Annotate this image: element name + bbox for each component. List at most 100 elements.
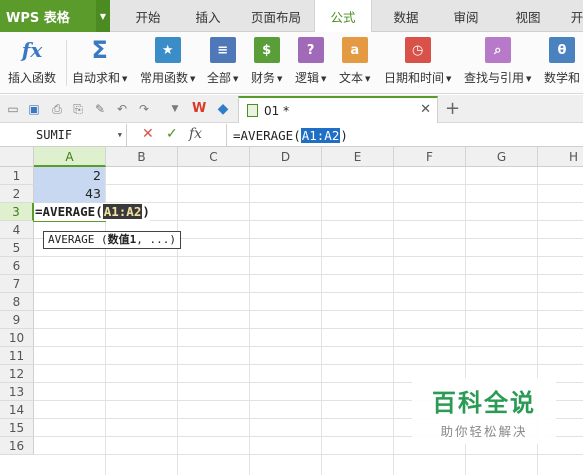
cell-a1[interactable]: 2 bbox=[34, 167, 105, 185]
watermark: 百科全说 助你轻松解决 bbox=[412, 378, 556, 444]
row-header-6[interactable]: 6 bbox=[0, 257, 34, 275]
tab-data[interactable]: 数据 bbox=[378, 0, 434, 32]
row-header-12[interactable]: 12 bbox=[0, 365, 34, 383]
tooltip-current-arg: 数值1 bbox=[107, 233, 137, 246]
edit-range-reference: A1:A2 bbox=[102, 204, 143, 219]
document-tab[interactable]: 01 * ✕ bbox=[238, 96, 438, 123]
column-header-c[interactable]: C bbox=[178, 147, 250, 167]
watermark-subtitle: 助你轻松解决 bbox=[440, 424, 528, 439]
logical-text: 逻辑 bbox=[295, 71, 320, 85]
tab-insert[interactable]: 插入 bbox=[180, 0, 236, 32]
tab-view[interactable]: 视图 bbox=[500, 0, 556, 32]
wps-logo-icon[interactable]: W bbox=[192, 102, 206, 116]
row-header-2[interactable]: 2 bbox=[0, 185, 34, 203]
save-icon[interactable]: ▣ bbox=[27, 102, 41, 116]
column-header-b[interactable]: B bbox=[106, 147, 178, 167]
row-header-1[interactable]: 1 bbox=[0, 167, 34, 185]
tab-formulas[interactable]: 公式 bbox=[314, 0, 372, 33]
date-time-text: 日期和时间 bbox=[384, 71, 445, 85]
formula-suffix: ) bbox=[340, 127, 348, 143]
name-box[interactable]: SUMIF ▼ bbox=[0, 124, 127, 146]
all-functions-label: 全部 ▼ bbox=[207, 69, 238, 86]
common-functions-text: 常用函数 bbox=[140, 71, 189, 85]
confirm-icon[interactable]: ✓ bbox=[166, 126, 178, 143]
chevron-down-icon[interactable]: ▼ bbox=[118, 131, 122, 139]
row-header-13[interactable]: 13 bbox=[0, 383, 34, 401]
app-menu-dropdown-icon[interactable]: ▼ bbox=[96, 0, 110, 32]
logical-button[interactable]: ? 逻辑 ▼ bbox=[295, 36, 326, 90]
common-functions-button[interactable]: ★ 常用函数 ▼ bbox=[140, 36, 195, 90]
function-argument-tooltip: AVERAGE (数值1, ...) bbox=[43, 231, 181, 249]
financial-label: 财务 ▼ bbox=[251, 69, 282, 86]
spreadsheet-grid[interactable]: A B C D E F G H 1 2 3 4 5 6 7 8 9 10 11 … bbox=[0, 147, 583, 475]
autosum-button[interactable]: Σ 自动求和 ▼ bbox=[72, 36, 127, 90]
cell-a2[interactable]: 43 bbox=[34, 185, 105, 203]
formula-input[interactable]: =AVERAGE(A1:A2) bbox=[226, 124, 583, 146]
row-header-9[interactable]: 9 bbox=[0, 311, 34, 329]
format-painter-icon[interactable]: ✎ bbox=[93, 102, 107, 116]
chevron-down-icon: ▼ bbox=[190, 74, 196, 83]
ribbon-divider bbox=[66, 40, 67, 86]
row-header-8[interactable]: 8 bbox=[0, 293, 34, 311]
customize-dropdown-icon[interactable]: ▼ bbox=[168, 102, 182, 116]
grid-line bbox=[249, 167, 250, 475]
open-folder-icon[interactable]: ▭ bbox=[6, 102, 20, 116]
fx-icon[interactable]: fx bbox=[189, 126, 202, 143]
math-trig-label: 数学和 bbox=[544, 71, 581, 85]
watermark-title: 百科全说 bbox=[432, 389, 536, 417]
row-header-3[interactable]: 3 bbox=[0, 203, 34, 221]
cell-a3-editor[interactable]: =AVERAGE(A1:A2) bbox=[34, 203, 150, 221]
tab-developer[interactable]: 开 bbox=[562, 0, 583, 32]
math-trig-button[interactable]: θ 数学和 bbox=[544, 36, 580, 90]
grid-line bbox=[34, 454, 583, 455]
insert-function-button[interactable]: fx 插入函数 bbox=[8, 36, 56, 90]
all-functions-text: 全部 bbox=[207, 71, 232, 85]
print-preview-icon[interactable]: ⎙ bbox=[50, 102, 64, 116]
select-all-corner[interactable] bbox=[0, 147, 34, 167]
row-header-11[interactable]: 11 bbox=[0, 347, 34, 365]
financial-button[interactable]: $ 财务 ▼ bbox=[251, 36, 282, 90]
app-logo-button[interactable]: WPS 表格 bbox=[0, 0, 96, 32]
grid-line bbox=[34, 292, 583, 293]
new-tab-plus-icon[interactable]: + bbox=[445, 98, 460, 119]
tab-home[interactable]: 开始 bbox=[120, 0, 176, 32]
document-tab-title: 01 * bbox=[264, 103, 290, 118]
column-header-f[interactable]: F bbox=[394, 147, 466, 167]
autosum-label: 自动求和 ▼ bbox=[72, 69, 127, 86]
cancel-icon[interactable]: ✕ bbox=[142, 126, 154, 143]
text-label: 文本 ▼ bbox=[339, 69, 370, 86]
column-header-d[interactable]: D bbox=[250, 147, 322, 167]
undo-icon[interactable]: ↶ bbox=[115, 102, 129, 116]
question-book-icon: ? bbox=[297, 37, 324, 63]
row-header-16[interactable]: 16 bbox=[0, 437, 34, 455]
tab-page-layout[interactable]: 页面布局 bbox=[240, 0, 312, 32]
date-time-button[interactable]: ◷ 日期和时间 ▼ bbox=[384, 36, 451, 90]
chevron-down-icon: ▼ bbox=[233, 74, 239, 83]
tab-review[interactable]: 审阅 bbox=[438, 0, 494, 32]
lookup-reference-button[interactable]: ⌕ 查找与引用 ▼ bbox=[464, 36, 531, 90]
app-logo: WPS 表格 bbox=[6, 10, 70, 26]
column-header-a[interactable]: A bbox=[34, 147, 106, 167]
column-header-h[interactable]: H bbox=[538, 147, 583, 167]
row-header-14[interactable]: 14 bbox=[0, 401, 34, 419]
column-header-g[interactable]: G bbox=[466, 147, 538, 167]
sigma-icon: Σ bbox=[91, 36, 108, 64]
row-header-4[interactable]: 4 bbox=[0, 221, 34, 239]
text-book-icon: a bbox=[341, 37, 368, 63]
row-header-5[interactable]: 5 bbox=[0, 239, 34, 257]
row-header-10[interactable]: 10 bbox=[0, 329, 34, 347]
redo-icon[interactable]: ↷ bbox=[137, 102, 151, 116]
grid-line bbox=[34, 364, 583, 365]
spreadsheet-file-icon bbox=[247, 104, 258, 117]
row-header-15[interactable]: 15 bbox=[0, 419, 34, 437]
column-header-e[interactable]: E bbox=[322, 147, 394, 167]
row-header-7[interactable]: 7 bbox=[0, 275, 34, 293]
print-icon[interactable]: ⎘ bbox=[71, 102, 85, 116]
cube-icon[interactable]: ◆ bbox=[216, 102, 230, 116]
close-icon[interactable]: ✕ bbox=[420, 102, 431, 117]
quick-access-toolbar: ▭ ▣ ⎙ ⎘ ✎ ↶ ↷ ▼ W ◆ 01 * ✕ + bbox=[0, 95, 583, 123]
tooltip-rest: , ...) bbox=[136, 233, 176, 246]
autosum-text: 自动求和 bbox=[72, 71, 121, 85]
text-button[interactable]: a 文本 ▼ bbox=[339, 36, 370, 90]
all-functions-button[interactable]: ≡ 全部 ▼ bbox=[207, 36, 238, 90]
